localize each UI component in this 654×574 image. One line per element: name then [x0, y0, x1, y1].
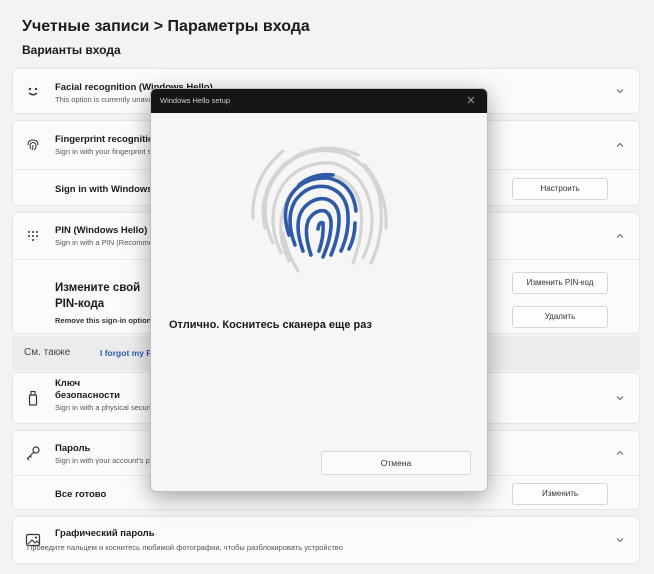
- fingerprint-icon: [27, 139, 39, 151]
- settings-page: Учетные записи > Параметры входа Вариант…: [0, 0, 654, 574]
- change-pin-title-2: PIN-кода: [55, 298, 105, 310]
- security-key-title-2: безопасности: [55, 390, 120, 401]
- keypad-icon: [28, 231, 38, 241]
- close-icon[interactable]: [465, 94, 477, 106]
- remove-option-text: Remove this sign-in option: [55, 316, 152, 325]
- key-icon: [26, 446, 40, 461]
- chevron-up-icon[interactable]: [615, 448, 625, 458]
- remove-button[interactable]: Удалить: [512, 306, 608, 328]
- setup-button[interactable]: Настроить: [512, 178, 608, 200]
- usb-key-icon: [28, 390, 38, 406]
- change-pin-button[interactable]: Изменить PIN-код: [512, 272, 608, 294]
- see-also-label: См. также: [24, 347, 71, 358]
- chevron-up-icon[interactable]: [615, 231, 625, 241]
- change-pin-title-1: Измените свой: [55, 282, 141, 294]
- smiley-icon: [28, 87, 38, 96]
- pin-title: PIN (Windows Hello): [55, 225, 148, 236]
- dialog-title: Windows Hello setup: [160, 96, 231, 105]
- breadcrumb: Учетные записи > Параметры входа: [22, 18, 310, 35]
- fingerprint-illustration: [251, 146, 388, 273]
- change-password-button[interactable]: Изменить: [512, 483, 608, 505]
- chevron-down-icon[interactable]: [615, 86, 625, 96]
- picture-password-card[interactable]: Графический пароль Проведите пальцем и к…: [12, 516, 640, 564]
- chevron-up-icon[interactable]: [615, 140, 625, 150]
- section-title: Варианты входа: [22, 43, 121, 57]
- dialog-titlebar: Windows Hello setup: [151, 89, 487, 113]
- chevron-down-icon[interactable]: [615, 535, 625, 545]
- dialog-message: Отлично. Коснитесь сканера еще раз: [169, 319, 372, 331]
- picture-password-subtitle: Проведите пальцем и коснитесь любимой фо…: [27, 543, 343, 552]
- password-status-label: Все готово: [55, 489, 107, 500]
- password-title: Пароль: [55, 443, 91, 454]
- cancel-button[interactable]: Отмена: [321, 451, 471, 475]
- windows-hello-dialog: Windows Hello setup Отлично. Коснитесь с…: [150, 88, 488, 492]
- chevron-down-icon[interactable]: [615, 393, 625, 403]
- picture-password-title: Графический пароль: [55, 528, 155, 539]
- security-key-title-1: Ключ: [55, 378, 81, 389]
